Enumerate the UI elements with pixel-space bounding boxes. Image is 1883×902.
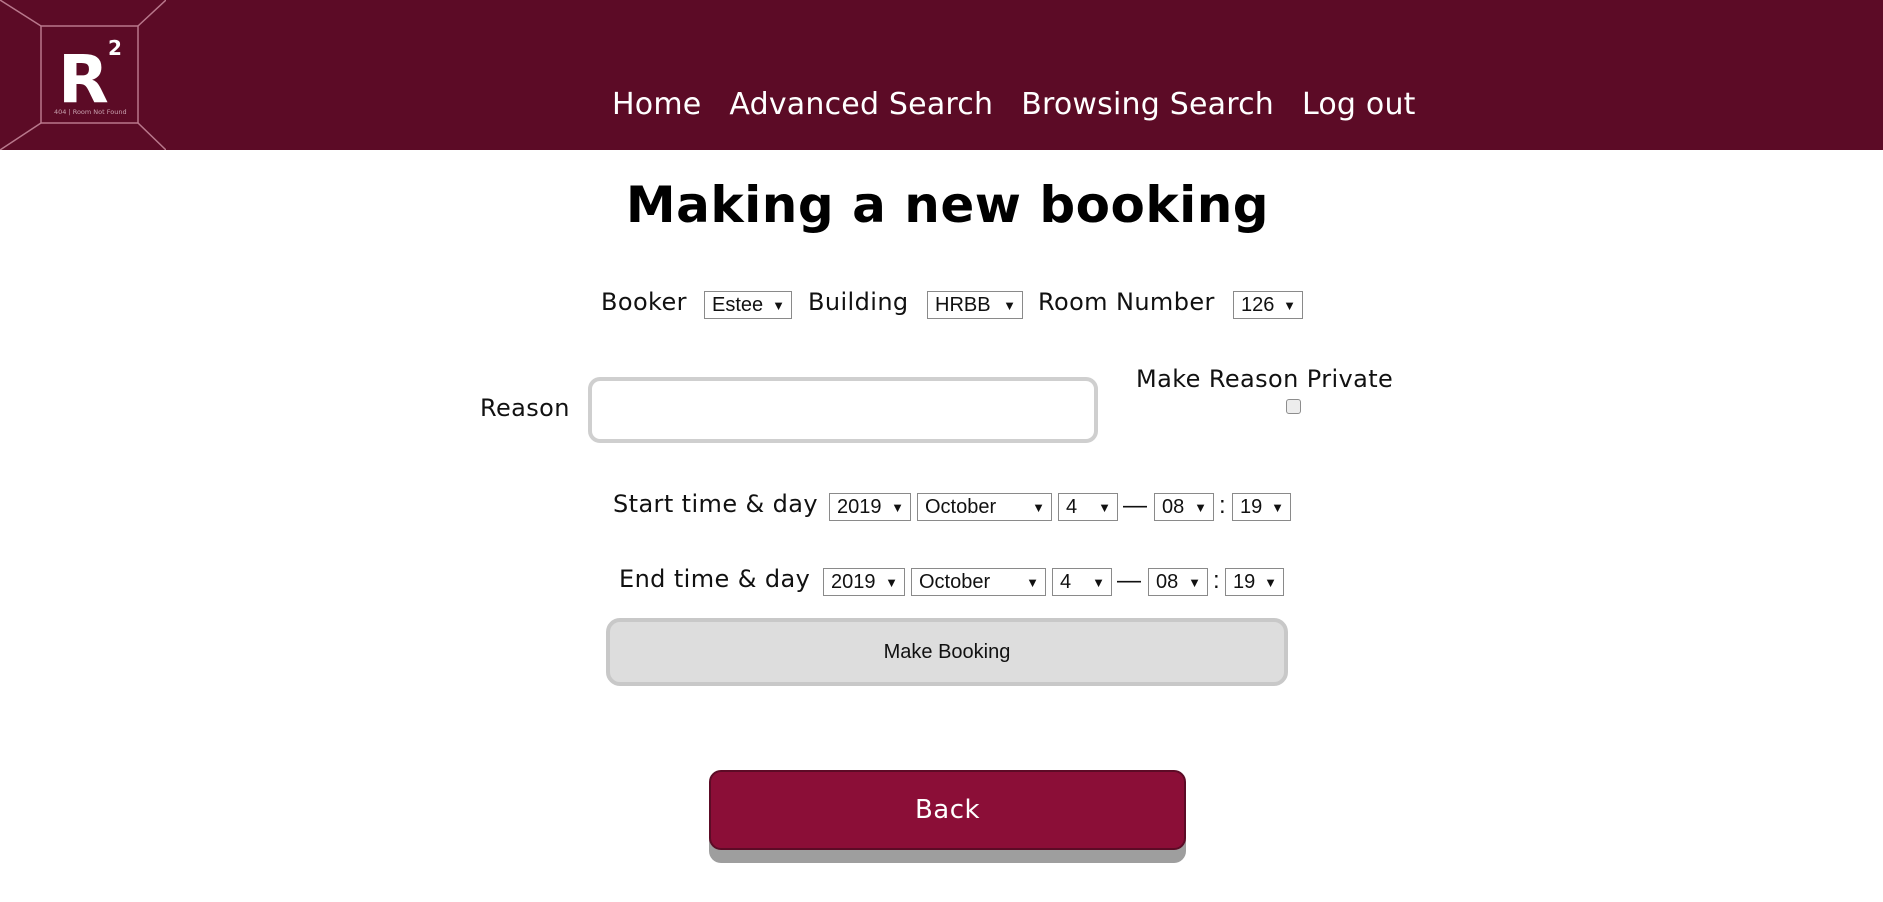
dropdown-arrow-icon: ▼ <box>1283 298 1296 313</box>
building-label: Building <box>808 288 909 316</box>
main-nav: Home Advanced Search Browsing Search Log… <box>612 80 1444 128</box>
start-minute-select[interactable]: 19 ▼ <box>1232 493 1291 521</box>
back-button-label: Back <box>914 795 981 825</box>
dropdown-arrow-icon: ▼ <box>1188 575 1201 590</box>
dropdown-arrow-icon: ▼ <box>1271 500 1284 515</box>
building-select-value: HRBB <box>935 294 991 316</box>
start-hour-select[interactable]: 08 ▼ <box>1154 493 1214 521</box>
end-day-select[interactable]: 4 ▼ <box>1052 568 1112 596</box>
dropdown-arrow-icon: ▼ <box>1264 575 1277 590</box>
end-minute-select[interactable]: 19 ▼ <box>1225 568 1284 596</box>
dropdown-arrow-icon: ▼ <box>1003 298 1016 313</box>
start-year-value: 2019 <box>837 496 882 518</box>
room-number-select-value: 126 <box>1241 294 1275 316</box>
start-day-select[interactable]: 4 ▼ <box>1058 493 1118 521</box>
back-button[interactable]: Back <box>709 770 1186 850</box>
end-hour-select[interactable]: 08 ▼ <box>1148 568 1208 596</box>
site-logo[interactable]: R 2 404 | Room Not Found <box>0 0 166 150</box>
reason-input[interactable] <box>588 377 1098 443</box>
page-title: Making a new booking <box>625 176 1270 234</box>
booker-select-value: Estee <box>712 294 764 316</box>
logo-tagline: 404 | Room Not Found <box>54 108 127 116</box>
start-minute-value: 19 <box>1240 496 1263 518</box>
nav-logout-link[interactable]: Log out <box>1302 87 1416 122</box>
make-reason-private-label: Make Reason Private <box>1136 365 1394 393</box>
nav-advanced-search-link[interactable]: Advanced Search <box>729 87 993 122</box>
start-dash-separator: — <box>1123 492 1147 519</box>
end-hour-value: 08 <box>1156 571 1179 593</box>
make-booking-label: Make Booking <box>883 640 1011 663</box>
booker-select[interactable]: Estee ▼ <box>704 291 792 319</box>
start-year-select[interactable]: 2019 ▼ <box>829 493 911 521</box>
dropdown-arrow-icon: ▼ <box>1026 575 1039 590</box>
dropdown-arrow-icon: ▼ <box>1032 500 1045 515</box>
logo-graphic: R 2 404 | Room Not Found <box>0 0 166 150</box>
booker-label: Booker <box>601 288 687 316</box>
start-month-value: October <box>925 496 997 518</box>
end-minute-value: 19 <box>1233 571 1256 593</box>
nav-browsing-search-link[interactable]: Browsing Search <box>1021 87 1274 122</box>
end-day-value: 4 <box>1060 571 1072 593</box>
nav-home-link[interactable]: Home <box>612 87 701 122</box>
logo-superscript: 2 <box>108 36 122 60</box>
start-time-label: Start time & day <box>613 490 818 518</box>
end-month-value: October <box>919 571 991 593</box>
start-day-value: 4 <box>1066 496 1078 518</box>
end-year-value: 2019 <box>831 571 876 593</box>
start-hour-value: 08 <box>1162 496 1185 518</box>
logo-letter: R <box>58 41 109 118</box>
dropdown-arrow-icon: ▼ <box>891 500 904 515</box>
reason-label: Reason <box>480 394 570 422</box>
end-dash-separator: — <box>1117 567 1141 594</box>
start-month-select[interactable]: October ▼ <box>917 493 1052 521</box>
room-number-select[interactable]: 126 ▼ <box>1233 291 1303 319</box>
dropdown-arrow-icon: ▼ <box>1098 500 1111 515</box>
dropdown-arrow-icon: ▼ <box>885 575 898 590</box>
top-header: R 2 404 | Room Not Found Home Advanced S… <box>0 0 1883 150</box>
room-number-label: Room Number <box>1038 288 1215 316</box>
start-colon-separator: : <box>1219 492 1226 519</box>
dropdown-arrow-icon: ▼ <box>1194 500 1207 515</box>
end-colon-separator: : <box>1213 567 1220 594</box>
building-select[interactable]: HRBB ▼ <box>927 291 1023 319</box>
end-year-select[interactable]: 2019 ▼ <box>823 568 905 596</box>
dropdown-arrow-icon: ▼ <box>772 298 785 313</box>
end-month-select[interactable]: October ▼ <box>911 568 1046 596</box>
dropdown-arrow-icon: ▼ <box>1092 575 1105 590</box>
make-booking-button[interactable]: Make Booking <box>606 618 1288 686</box>
make-reason-private-checkbox[interactable] <box>1286 399 1301 414</box>
end-time-label: End time & day <box>619 565 811 593</box>
